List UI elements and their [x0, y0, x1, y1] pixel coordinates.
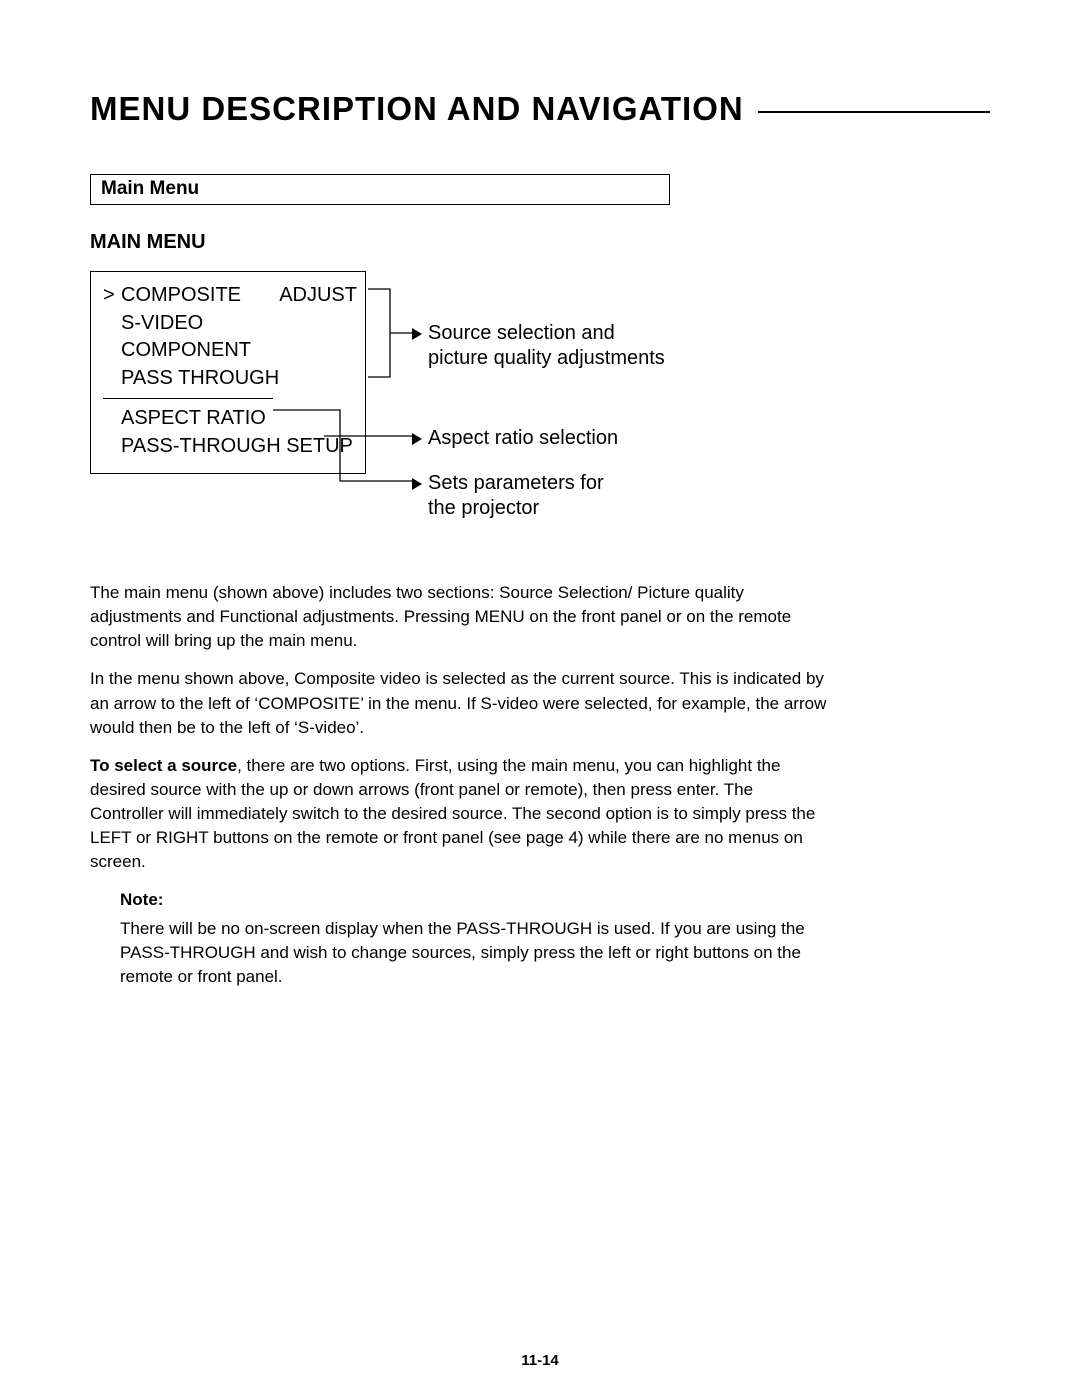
menu-row: PASS THROUGH — [103, 365, 357, 393]
menu-row: PASS-THROUGH SETUP — [103, 433, 357, 461]
paragraph: In the menu shown above, Composite video… — [90, 667, 830, 739]
section-box: Main Menu — [90, 174, 670, 205]
chapter-title: MENU DESCRIPTION AND NAVIGATION — [90, 90, 744, 128]
menu-caret: > — [103, 282, 121, 310]
menu-item-passthrough: PASS THROUGH — [121, 365, 357, 393]
menu-caret — [103, 365, 121, 393]
menu-box: > COMPOSITE ADJUST S-VIDEO COMPONENT PAS… — [90, 271, 366, 474]
paragraph: The main menu (shown above) includes two… — [90, 581, 830, 653]
arrow-icon — [412, 478, 422, 490]
note-label: Note: — [120, 888, 810, 912]
menu-item-component: COMPONENT — [121, 337, 357, 365]
menu-divider — [103, 398, 273, 399]
menu-caret — [103, 337, 121, 365]
menu-item-svideo: S-VIDEO — [121, 310, 357, 338]
note-body: There will be no on-screen display when … — [120, 917, 810, 989]
menu-row: COMPONENT — [103, 337, 357, 365]
chapter-rule — [758, 111, 990, 113]
arrow-icon — [412, 328, 422, 340]
menu-diagram: MAIN MENU > COMPOSITE ADJUST S-VIDEO COM… — [90, 231, 880, 541]
body-text: The main menu (shown above) includes two… — [90, 581, 830, 989]
menu-item-composite: COMPOSITE — [121, 282, 269, 310]
menu-row: S-VIDEO — [103, 310, 357, 338]
menu-item-aspect-ratio: ASPECT RATIO — [121, 405, 357, 433]
callout-parameters: Sets parameters for the projector — [412, 471, 604, 521]
menu-caret — [103, 310, 121, 338]
menu-item-passthrough-setup: PASS-THROUGH SETUP — [121, 433, 357, 461]
page-number: 11-14 — [0, 1352, 1080, 1369]
menu-title: MAIN MENU — [90, 231, 206, 254]
note-block: Note: There will be no on-screen display… — [90, 888, 810, 989]
callout-aspect-ratio: Aspect ratio selection — [412, 426, 618, 451]
menu-row: > COMPOSITE ADJUST — [103, 282, 357, 310]
callout-source-selection: Source selection and picture quality adj… — [412, 321, 665, 371]
chapter-heading: MENU DESCRIPTION AND NAVIGATION — [90, 90, 990, 128]
menu-item-adjust: ADJUST — [269, 282, 357, 310]
bold-lead: To select a source — [90, 756, 237, 775]
arrow-icon — [412, 433, 422, 445]
paragraph: To select a source, there are two option… — [90, 754, 830, 875]
menu-row: ASPECT RATIO — [103, 405, 357, 433]
